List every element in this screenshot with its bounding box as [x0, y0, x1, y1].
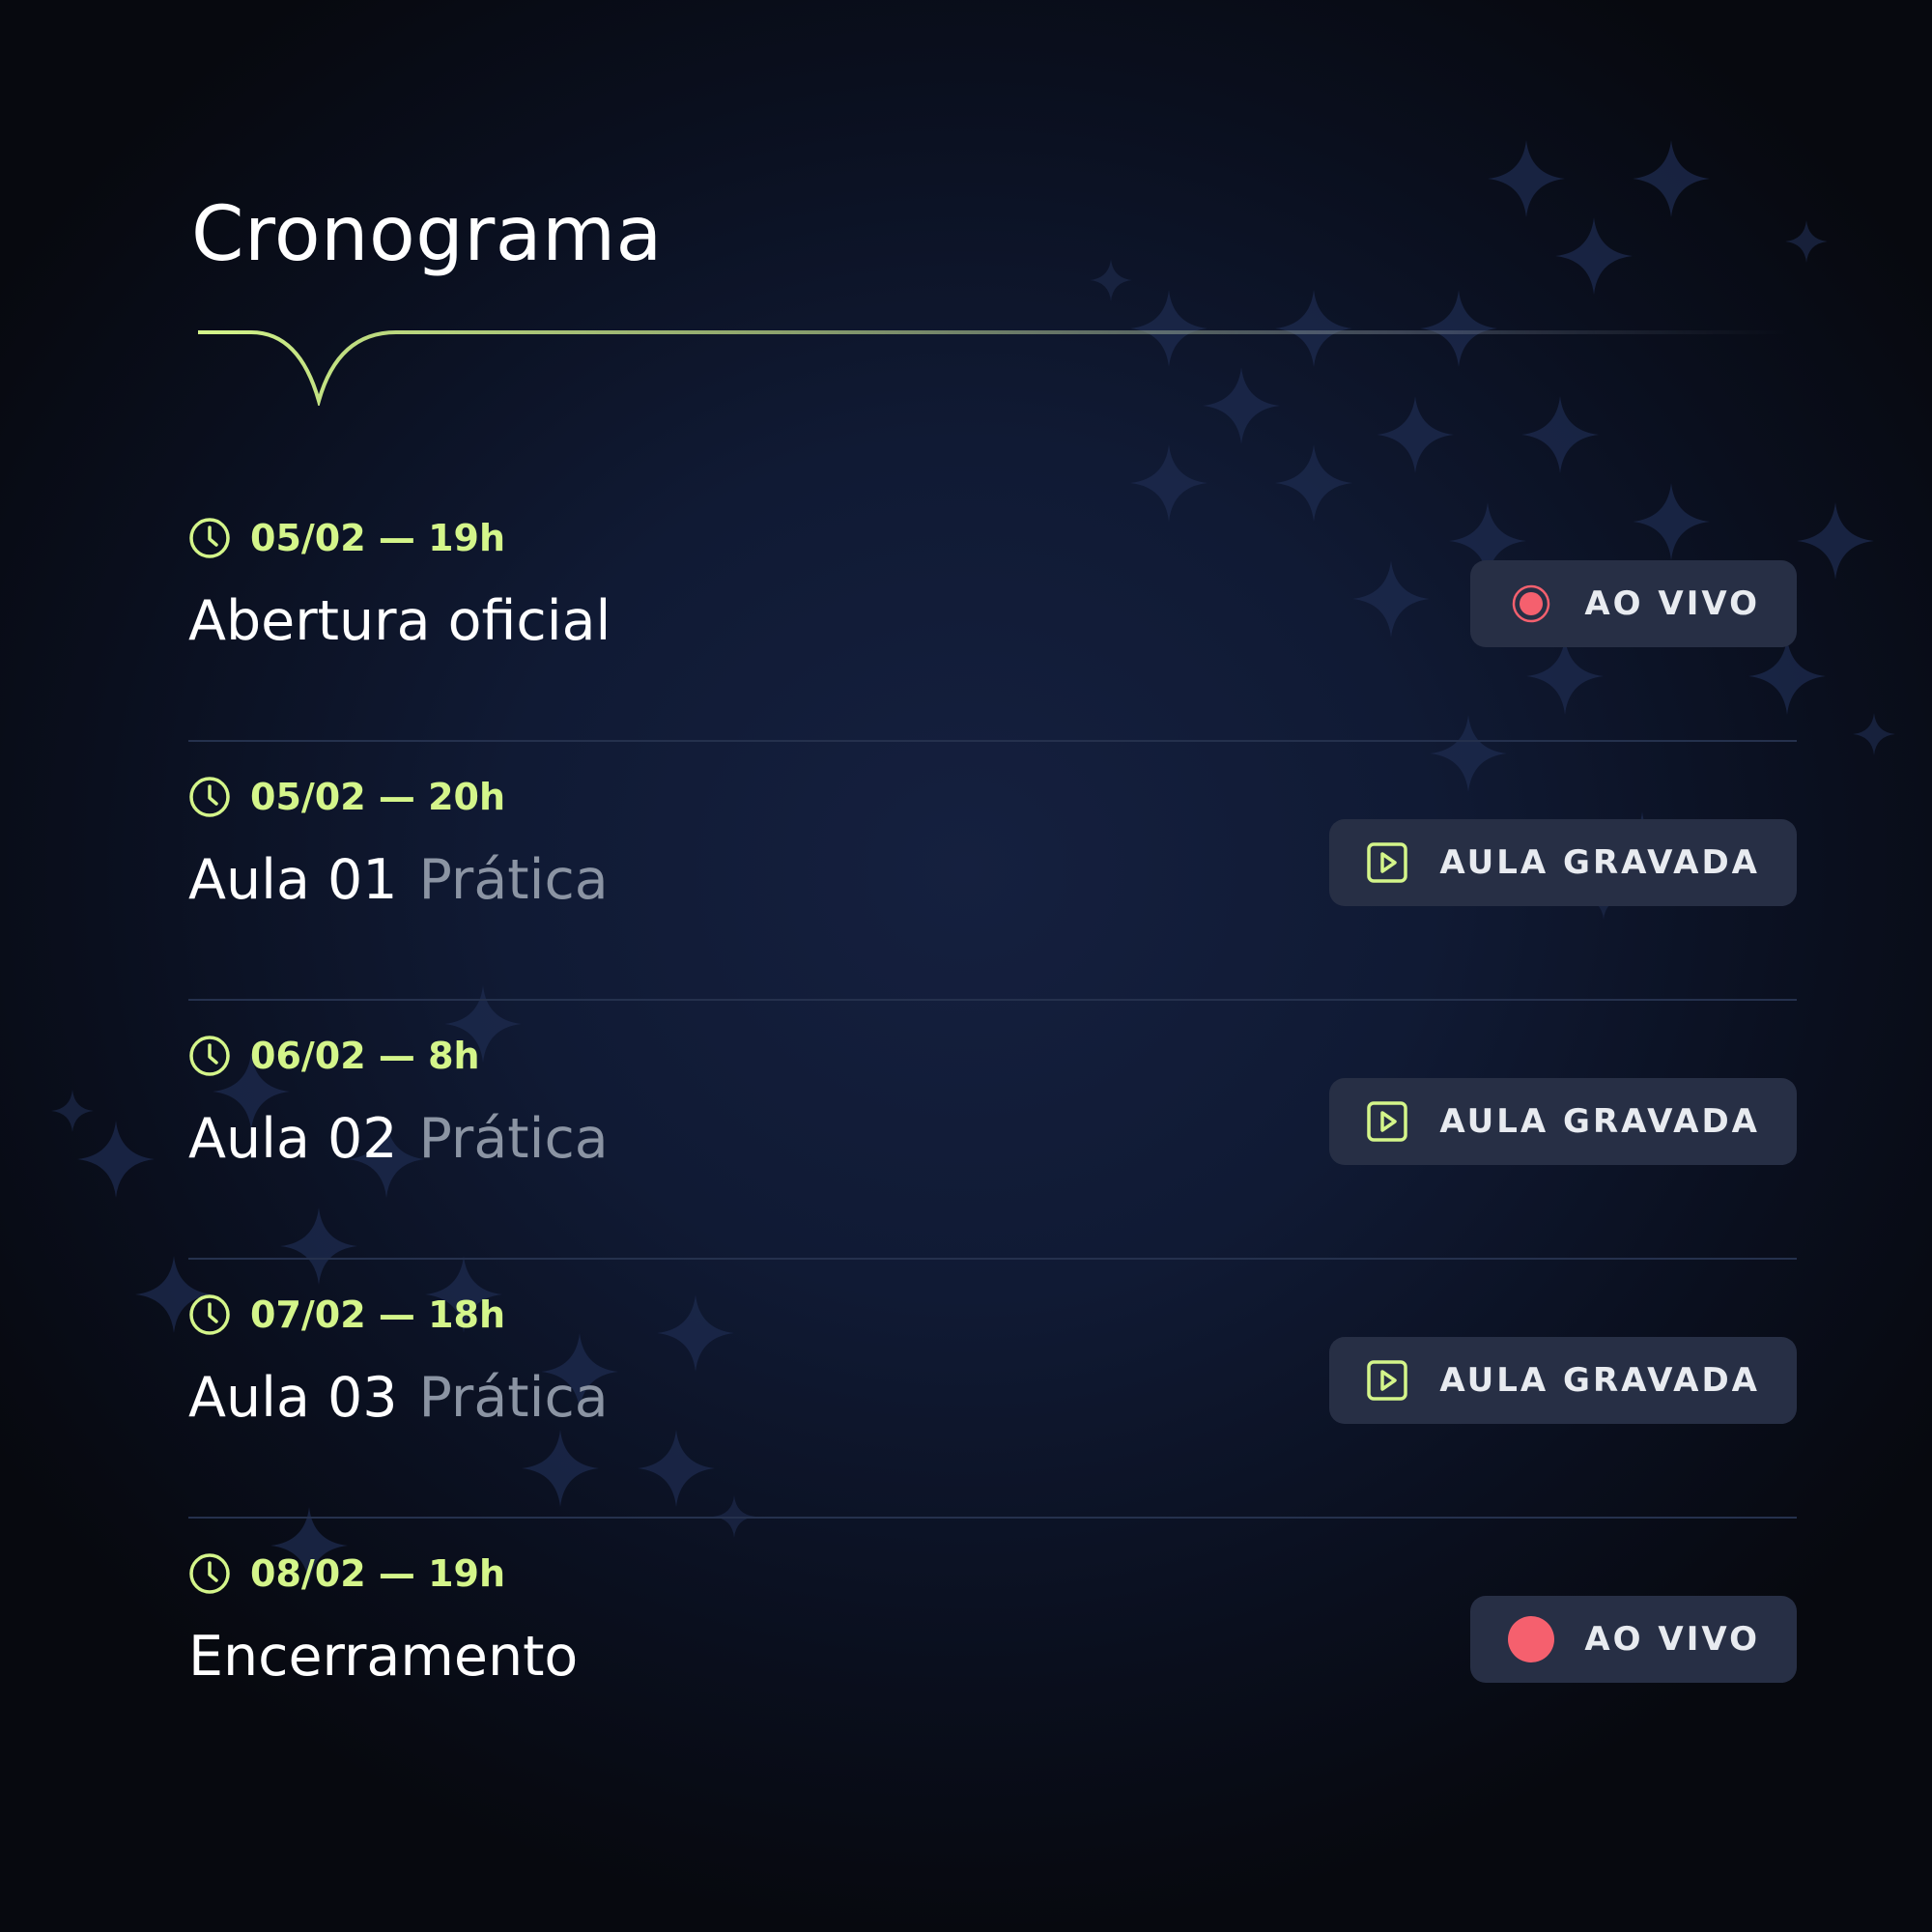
clock-icon — [189, 518, 230, 558]
title-underline-decoration — [198, 330, 1797, 406]
session-title: Abertura oficial — [188, 589, 611, 653]
clock-icon — [189, 777, 230, 817]
session-title: Encerramento — [188, 1625, 578, 1689]
badge-label: AO VIVO — [1584, 1620, 1760, 1659]
recorded-badge: AULA GRAVADA — [1329, 1078, 1797, 1165]
schedule-time: 08/02 — 19h — [188, 1549, 505, 1598]
session-name: Aula 01 — [188, 848, 398, 912]
session-subtitle: Prática — [418, 1107, 609, 1171]
clock-icon — [189, 1553, 230, 1594]
badge-label: AULA GRAVADA — [1439, 1102, 1760, 1141]
badge-label: AULA GRAVADA — [1439, 1361, 1760, 1400]
session-title: Aula 02 Prática — [188, 1107, 609, 1171]
recorded-badge: AULA GRAVADA — [1329, 1337, 1797, 1424]
live-badge: AO VIVO — [1470, 560, 1797, 647]
schedule-time: 06/02 — 8h — [188, 1032, 480, 1080]
schedule-item: 06/02 — 8h Aula 02 Prática AULA GRAVADA — [188, 1001, 1797, 1260]
live-dot-icon — [1508, 1616, 1555, 1662]
schedule-item: 08/02 — 19h Encerramento AO VIVO — [188, 1519, 1797, 1777]
session-title: Aula 01 Prática — [188, 848, 609, 912]
session-subtitle: Prática — [418, 848, 609, 912]
schedule-time: 05/02 — 19h — [188, 514, 505, 562]
session-name: Aula 02 — [188, 1107, 398, 1171]
time-label: 05/02 — 20h — [250, 776, 506, 818]
schedule-item: 05/02 — 19h Abertura oficial AO VIVO — [188, 483, 1797, 742]
session-subtitle: Prática — [418, 1366, 609, 1430]
live-record-icon — [1513, 584, 1550, 623]
clock-icon — [189, 1036, 230, 1076]
time-label: 07/02 — 18h — [250, 1293, 506, 1336]
time-label: 05/02 — 19h — [250, 517, 506, 559]
session-name: Aula 03 — [188, 1366, 398, 1430]
schedule-time: 05/02 — 20h — [188, 773, 505, 821]
play-icon — [1367, 842, 1408, 883]
clock-icon — [189, 1294, 230, 1335]
schedule-item: 07/02 — 18h Aula 03 Prática AULA GRAVADA — [188, 1260, 1797, 1519]
badge-label: AULA GRAVADA — [1439, 843, 1760, 882]
recorded-badge: AULA GRAVADA — [1329, 819, 1797, 906]
schedule-list: 05/02 — 19h Abertura oficial AO VIVO 05/… — [188, 483, 1797, 1777]
schedule-time: 07/02 — 18h — [188, 1291, 505, 1339]
live-badge: AO VIVO — [1470, 1596, 1797, 1683]
session-name: Abertura oficial — [188, 589, 611, 653]
play-icon — [1367, 1360, 1408, 1401]
play-icon — [1367, 1101, 1408, 1142]
session-title: Aula 03 Prática — [188, 1366, 609, 1430]
badge-label: AO VIVO — [1584, 584, 1760, 623]
session-name: Encerramento — [188, 1625, 579, 1689]
time-label: 06/02 — 8h — [250, 1035, 480, 1077]
page-title: Cronograma — [191, 191, 663, 278]
time-label: 08/02 — 19h — [250, 1552, 506, 1595]
schedule-item: 05/02 — 20h Aula 01 Prática AULA GRAVADA — [188, 742, 1797, 1001]
